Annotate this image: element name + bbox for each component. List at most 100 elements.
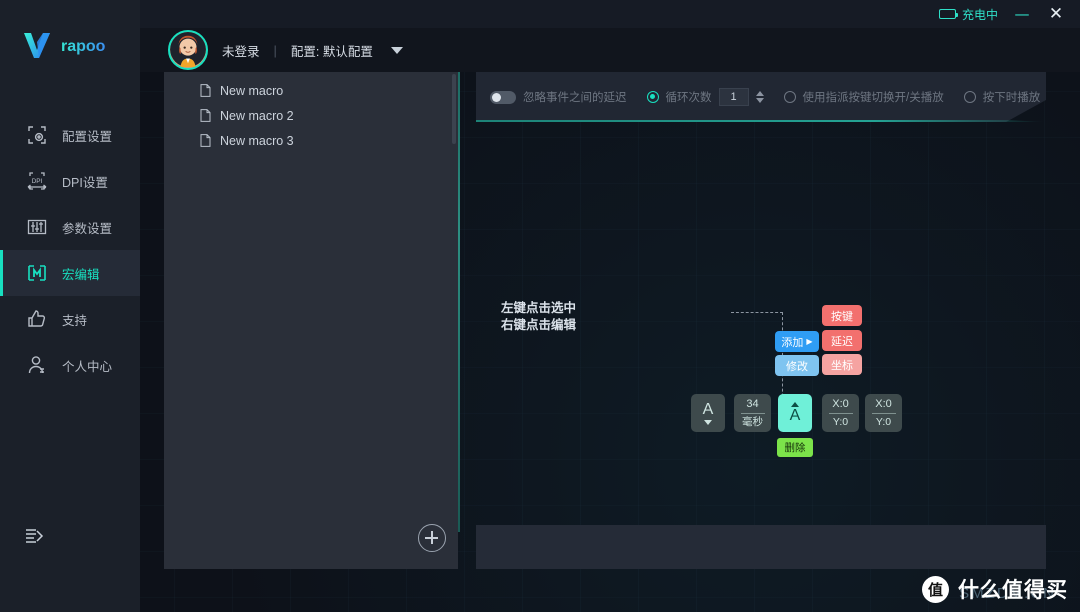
watermark-text: 什么值得买: [958, 579, 1068, 602]
node-key-label: A: [789, 407, 801, 424]
battery-status: 充电中: [938, 6, 998, 23]
hold-play-control[interactable]: 按下时播放: [963, 89, 1041, 105]
document-icon: [200, 109, 211, 122]
toggle-play-radio[interactable]: [783, 91, 796, 103]
hold-play-label: 按下时播放: [982, 92, 1041, 104]
user-center-icon: [28, 356, 44, 374]
macro-canvas[interactable]: 左键点击选中 右键点击编辑 添加 ▶ 修改 按键 延迟 坐标 A 34 毫秒 A…: [476, 122, 1046, 527]
sidebar-item-label: 配置设置: [62, 129, 113, 144]
coord-y: Y:0: [875, 416, 892, 428]
sidebar-item-macro-editor[interactable]: 宏编辑: [0, 250, 140, 296]
loop-count-stepper[interactable]: [755, 91, 764, 103]
delay-value: 34: [746, 398, 759, 410]
coord-x: X:0: [832, 398, 849, 410]
menu-coord-button[interactable]: 坐标: [822, 354, 862, 375]
toggle-play-label: 使用指派按键切换开/关播放: [802, 92, 944, 104]
sidebar-item-parameter-settings[interactable]: 参数设置: [0, 204, 140, 250]
dpi-settings-icon: DPI: [27, 172, 47, 190]
node-divider: [828, 413, 853, 414]
collapse-sidebar-button[interactable]: [24, 527, 46, 550]
sidebar-item-label: 参数设置: [62, 221, 113, 236]
add-macro-button[interactable]: [418, 524, 446, 552]
ignore-delay-label: 忽略事件之间的延迟: [523, 92, 627, 104]
connector-line: [731, 312, 783, 313]
parameter-settings-icon: [27, 219, 47, 235]
panel-divider: [458, 72, 460, 532]
document-icon: [200, 84, 211, 97]
rapoo-v-logo: [24, 33, 50, 58]
sidebar-item-label: 个人中心: [62, 359, 113, 374]
document-icon: [200, 134, 211, 147]
app-window: 充电中 — ✕ rapoo 配置设置 DPI DPI设置 参数设置 宏编辑 支持…: [0, 0, 1080, 612]
menu-modify-button[interactable]: 修改: [775, 355, 819, 376]
sidebar-item-profile-settings[interactable]: 配置设置: [0, 112, 140, 158]
battery-charging-icon: [938, 9, 958, 19]
hold-play-radio[interactable]: [963, 91, 976, 103]
delete-node-button[interactable]: 删除: [777, 438, 813, 457]
menu-key-button[interactable]: 按键: [822, 305, 862, 326]
ignore-delay-control[interactable]: 忽略事件之间的延迟: [490, 89, 627, 105]
profile-settings-icon: [28, 126, 46, 144]
sidebar: rapoo 配置设置 DPI DPI设置 参数设置 宏编辑 支持 个人中心: [0, 0, 140, 612]
ignore-delay-toggle[interactable]: [490, 90, 516, 104]
coord-y: Y:0: [832, 416, 849, 428]
macro-node-coordinate[interactable]: X:0 Y:0: [865, 394, 902, 432]
menu-delay-button[interactable]: 延迟: [822, 330, 862, 351]
brand-wordmark: rapoo: [61, 38, 106, 55]
close-button[interactable]: ✕: [1046, 5, 1066, 23]
title-bar: 充电中 — ✕: [140, 0, 1080, 28]
editor-footer-bar: [476, 525, 1046, 569]
node-key-label: A: [702, 400, 714, 418]
login-status[interactable]: 未登录: [222, 41, 260, 60]
macro-name: New macro 2: [220, 108, 294, 123]
brand: rapoo: [0, 0, 140, 60]
header-separator: |: [273, 42, 277, 58]
macro-node-key-down[interactable]: A: [778, 394, 812, 432]
hint-line-1: 左键点击选中: [501, 301, 577, 315]
thumbs-up-icon: [28, 310, 46, 327]
macro-node-delay[interactable]: 34 毫秒: [734, 394, 771, 432]
macro-list-scrollbar[interactable]: [452, 74, 456, 144]
key-up-arrow-icon: [704, 419, 712, 425]
coord-x: X:0: [875, 398, 892, 410]
loop-count-input[interactable]: 1: [718, 88, 749, 106]
sidebar-item-label: DPI设置: [62, 175, 108, 190]
macro-editor-panel: 忽略事件之间的延迟 循环次数 1 使用指派按键切换开/关播放 按下时播放 左键点…: [476, 72, 1046, 569]
stepper-down-icon[interactable]: [755, 98, 764, 103]
loop-count-radio[interactable]: [646, 91, 659, 103]
battery-status-label: 充电中: [961, 7, 998, 22]
editor-toolbar: 忽略事件之间的延迟 循环次数 1 使用指派按键切换开/关播放 按下时播放: [476, 72, 1046, 122]
menu-add-label: 添加: [781, 336, 804, 349]
menu-add-button[interactable]: 添加 ▶: [775, 331, 819, 352]
list-item[interactable]: New macro 3: [164, 128, 458, 153]
chevron-down-icon[interactable]: [390, 46, 403, 54]
sidebar-nav: 配置设置 DPI DPI设置 参数设置 宏编辑 支持 个人中心: [0, 112, 140, 388]
avatar[interactable]: [168, 30, 208, 70]
macro-list: New macro New macro 2 New macro 3: [164, 72, 458, 153]
stepper-up-icon[interactable]: [755, 91, 764, 96]
profile-selector-label[interactable]: 配置: 默认配置: [291, 41, 373, 60]
list-item[interactable]: New macro 2: [164, 103, 458, 128]
submenu-arrow-icon: ▶: [806, 337, 813, 346]
list-item[interactable]: New macro: [164, 78, 458, 103]
canvas-hint: 左键点击选中 右键点击编辑: [501, 300, 576, 334]
svg-text:DPI: DPI: [32, 178, 43, 185]
collapse-sidebar-icon: [26, 529, 44, 543]
sidebar-item-dpi-settings[interactable]: DPI DPI设置: [0, 158, 140, 204]
macro-editor-icon: [28, 265, 46, 281]
minimize-button[interactable]: —: [1012, 6, 1032, 22]
toggle-play-control[interactable]: 使用指派按键切换开/关播放: [783, 89, 944, 105]
macro-name: New macro 3: [220, 133, 294, 148]
header-bar: 未登录 | 配置: 默认配置: [140, 28, 1080, 72]
avatar-image: [170, 32, 206, 67]
node-divider: [740, 413, 765, 414]
sidebar-item-label: 支持: [62, 313, 88, 328]
macro-list-panel: New macro New macro 2 New macro 3: [164, 72, 458, 569]
macro-node-key-up[interactable]: A: [691, 394, 725, 432]
sidebar-item-label: 宏编辑: [62, 267, 100, 282]
macro-node-coordinate[interactable]: X:0 Y:0: [822, 394, 859, 432]
node-divider: [871, 413, 896, 414]
sidebar-item-user-center[interactable]: 个人中心: [0, 342, 140, 388]
sidebar-item-support[interactable]: 支持: [0, 296, 140, 342]
loop-count-control[interactable]: 循环次数 1: [646, 88, 764, 106]
